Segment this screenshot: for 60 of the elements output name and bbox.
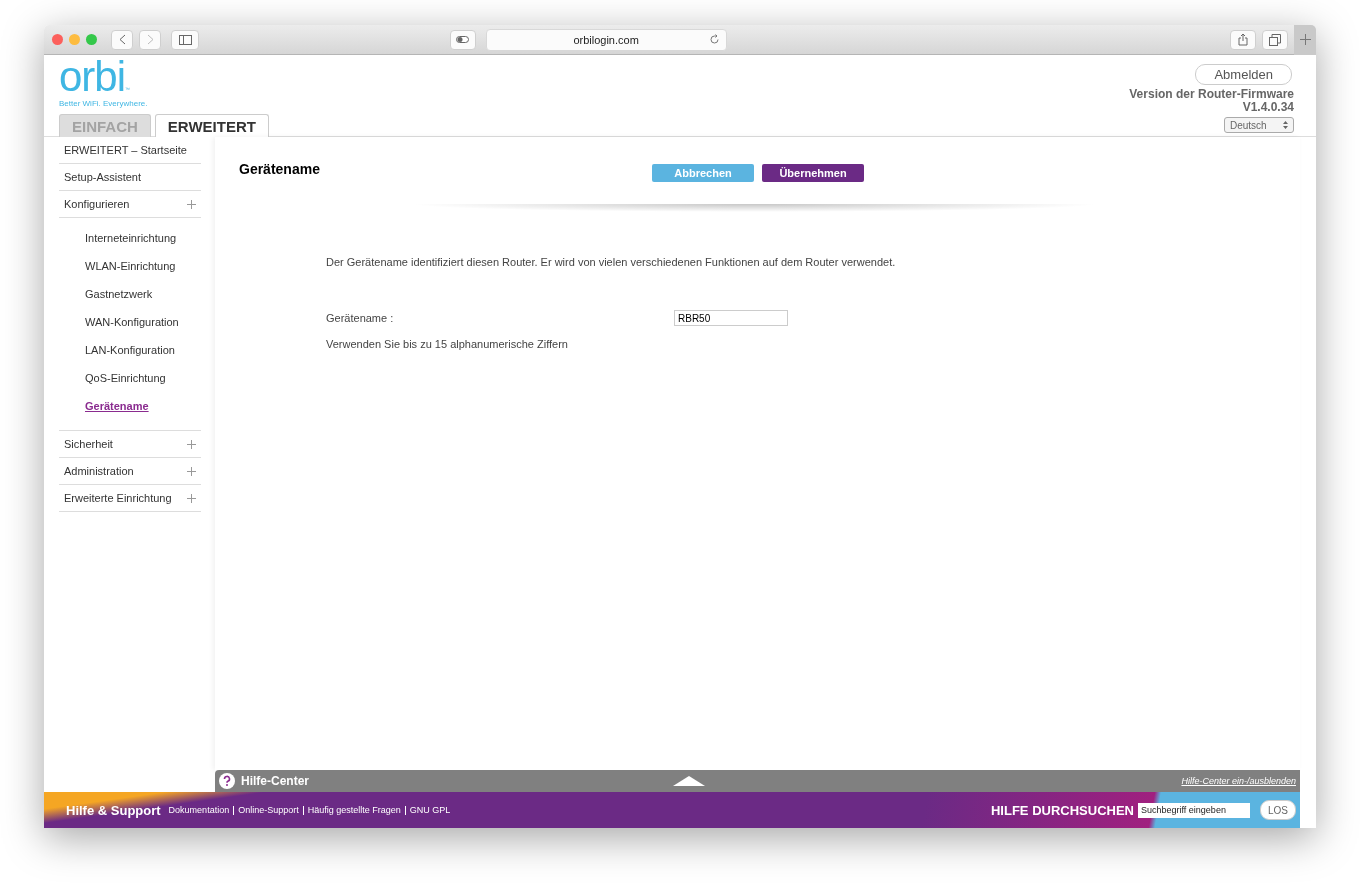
sidebar-button[interactable] [171, 29, 199, 50]
footer-link[interactable]: Online-Support [238, 805, 299, 815]
page-description: Der Gerätename identifiziert diesen Router. Er wird von vielen verschiedenen Funktionen auf dem Router verwendet. [326, 256, 897, 268]
mode-tab[interactable]: ERWEITERT [154, 114, 269, 137]
footer-link[interactable]: Häufig gestellte Fragen [307, 805, 401, 815]
help-center-title: Hilfe-Center [241, 774, 310, 788]
chevron-right-icon [146, 34, 154, 45]
tabs-button[interactable] [1262, 29, 1288, 50]
sidebar-item[interactable]: ERWEITERT – Startseite [59, 137, 201, 164]
sidebar-subitem[interactable]: QoS-Einrichtung [85, 364, 201, 392]
zoom-button[interactable] [86, 34, 97, 45]
plus-icon[interactable] [187, 466, 196, 476]
sidebar-item[interactable]: Sicherheit [59, 431, 201, 458]
footer-link[interactable]: GNU GPL [409, 805, 451, 815]
address-field[interactable]: orbilogin.com [485, 28, 727, 51]
updown-arrows-icon [1283, 121, 1288, 129]
plus-icon[interactable] [187, 199, 196, 209]
sidebar-subitem[interactable]: Gastnetzwerk [85, 280, 201, 308]
toggle-icon [456, 36, 470, 43]
plus-icon[interactable] [187, 439, 196, 449]
help-toggle-link[interactable]: Hilfe-Center ein-/ausblenden [1181, 776, 1296, 786]
footer-link[interactable]: Dokumentation [168, 805, 230, 815]
plus-icon[interactable] [187, 493, 196, 503]
device-name-field[interactable]: RBR50 [674, 310, 788, 326]
sidebar-item[interactable]: Konfigurieren [59, 191, 201, 218]
sidebar-subitem[interactable]: WLAN-Einrichtung [85, 252, 201, 280]
tabs-icon [1269, 33, 1281, 46]
sidebar-subitem[interactable]: WAN-Konfiguration [85, 308, 201, 336]
sidebar-subitem[interactable]: LAN-Konfiguration [85, 336, 201, 364]
share-icon [1238, 33, 1248, 46]
field-hint: Verwenden Sie bis zu 15 alphanumerische Ziffern [326, 338, 569, 350]
field-label: Gerätename : [326, 312, 395, 324]
language-select[interactable]: Deutsch [1224, 117, 1294, 133]
logout-button[interactable]: Abmelden [1195, 64, 1292, 85]
reload-icon[interactable] [708, 33, 720, 45]
plus-icon [1299, 34, 1311, 45]
sidebar-item[interactable]: Setup-Assistent [59, 164, 201, 191]
share-button[interactable] [1230, 29, 1256, 50]
new-tab-button[interactable] [1294, 25, 1316, 55]
help-search-field[interactable]: Suchbegriff eingeben [1138, 802, 1250, 818]
back-button[interactable] [111, 29, 133, 50]
help-icon [219, 773, 235, 789]
close-button[interactable] [52, 34, 63, 45]
sidebar-subitem[interactable]: Interneteinrichtung [85, 224, 201, 252]
expand-icon[interactable] [673, 776, 705, 786]
forward-button[interactable] [139, 29, 161, 50]
search-button[interactable]: LOS [1260, 800, 1296, 820]
search-label: HILFE DURCHSUCHEN [991, 802, 1134, 818]
privacy-toggle-button[interactable] [449, 29, 476, 50]
firmware-label: Version der Router-Firmware [1129, 88, 1294, 101]
sidebar-item[interactable]: Erweiterte Einrichtung [59, 485, 201, 512]
sidebar-item[interactable]: Administration [59, 458, 201, 485]
sidebar-subitem[interactable]: Gerätename [85, 392, 201, 420]
footer-title: Hilfe & Support [66, 802, 161, 818]
chevron-left-icon [118, 34, 126, 45]
logo-tagline: Better WiFi. Everywhere. [59, 99, 149, 108]
firmware-version: V1.4.0.34 [1242, 101, 1294, 114]
sidebar-icon [178, 34, 192, 45]
page-title: Gerätename [239, 161, 321, 177]
apply-button[interactable]: Übernehmen [762, 164, 864, 182]
